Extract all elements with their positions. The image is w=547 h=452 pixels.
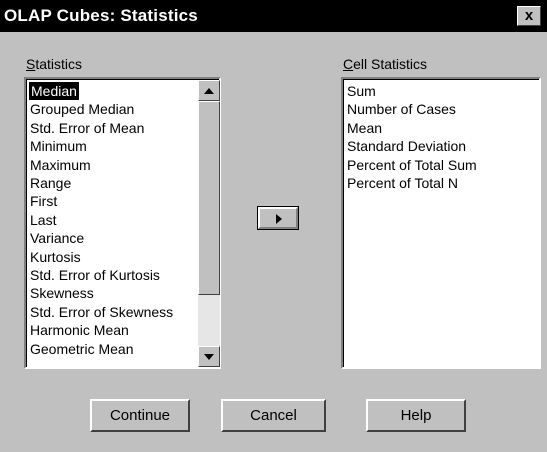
move-right-button-face (258, 207, 298, 229)
statistics-item[interactable]: Median (29, 82, 79, 100)
statistics-label-text: Statistics (26, 56, 83, 72)
close-button[interactable]: x (517, 6, 541, 26)
statistics-item[interactable]: Variance (30, 229, 84, 247)
cell-statistics-label-text: Cell Statistics (343, 56, 428, 72)
scroll-down-button[interactable] (198, 346, 220, 367)
cell-statistics-list: Sum Number of Cases Mean Standard Deviation… (343, 79, 539, 367)
move-right-button[interactable] (257, 206, 299, 230)
statistics-item[interactable]: Minimum (30, 137, 87, 155)
statistics-list: Median Grouped Median Std. Error of Mean Mi… (26, 79, 220, 367)
statistics-item[interactable]: Std. Error of Kurtosis (30, 266, 160, 284)
statistics-item[interactable]: Grouped Median (30, 100, 134, 118)
statistics-item[interactable]: Maximum (30, 156, 91, 174)
window-title: OLAP Cubes: Statistics (4, 6, 198, 25)
cell-statistics-item[interactable]: Mean (347, 119, 382, 137)
help-label: Help (400, 407, 432, 424)
cell-statistics-item[interactable]: Percent of Total N (347, 174, 458, 192)
continue-label: Continue (109, 407, 171, 424)
scroll-up-button[interactable] (198, 80, 220, 101)
statistics-item[interactable]: Harmonic Mean (30, 321, 129, 339)
cancel-button[interactable]: Cancel (221, 399, 326, 432)
right-arrow-icon (276, 214, 282, 224)
cell-statistics-item[interactable]: Standard Deviation (347, 137, 466, 155)
help-button[interactable]: Help (366, 399, 466, 432)
continue-button[interactable]: Continue (90, 399, 190, 432)
statistics-item[interactable]: Std. Error of Skewness (30, 303, 173, 321)
cell-statistics-item[interactable]: Sum (347, 82, 376, 100)
statistics-item[interactable]: Kurtosis (30, 248, 81, 266)
statistics-item[interactable]: Geometric Mean (30, 340, 133, 358)
statistics-item[interactable]: Range (30, 174, 71, 192)
statistics-item[interactable]: Last (30, 211, 56, 229)
statistics-item[interactable]: Skewness (30, 284, 94, 302)
cell-statistics-listbox[interactable]: Sum Number of Cases Mean Standard Deviation… (341, 77, 541, 369)
statistics-item[interactable]: Std. Error of Mean (30, 119, 144, 137)
cell-statistics-item[interactable]: Number of Cases (347, 100, 456, 118)
statistics-item[interactable]: First (30, 192, 57, 210)
close-icon: x (524, 7, 534, 24)
scrollbar-thumb[interactable] (198, 101, 220, 295)
up-arrow-icon (204, 88, 214, 94)
statistics-label: Statistics (26, 56, 82, 72)
statistics-listbox[interactable]: Median Grouped Median Std. Error of Mean Mi… (24, 77, 221, 369)
cell-statistics-item[interactable]: Percent of Total Sum (347, 156, 477, 174)
title-bar: OLAP Cubes: Statistics x (0, 0, 547, 32)
down-arrow-icon (204, 354, 214, 360)
cancel-label: Cancel (250, 407, 297, 424)
cell-statistics-label: Cell Statistics (343, 56, 427, 72)
statistics-scrollbar[interactable] (198, 80, 220, 367)
olap-cubes-statistics-dialog: OLAP Cubes: Statistics x Statistics Medi… (0, 0, 547, 452)
